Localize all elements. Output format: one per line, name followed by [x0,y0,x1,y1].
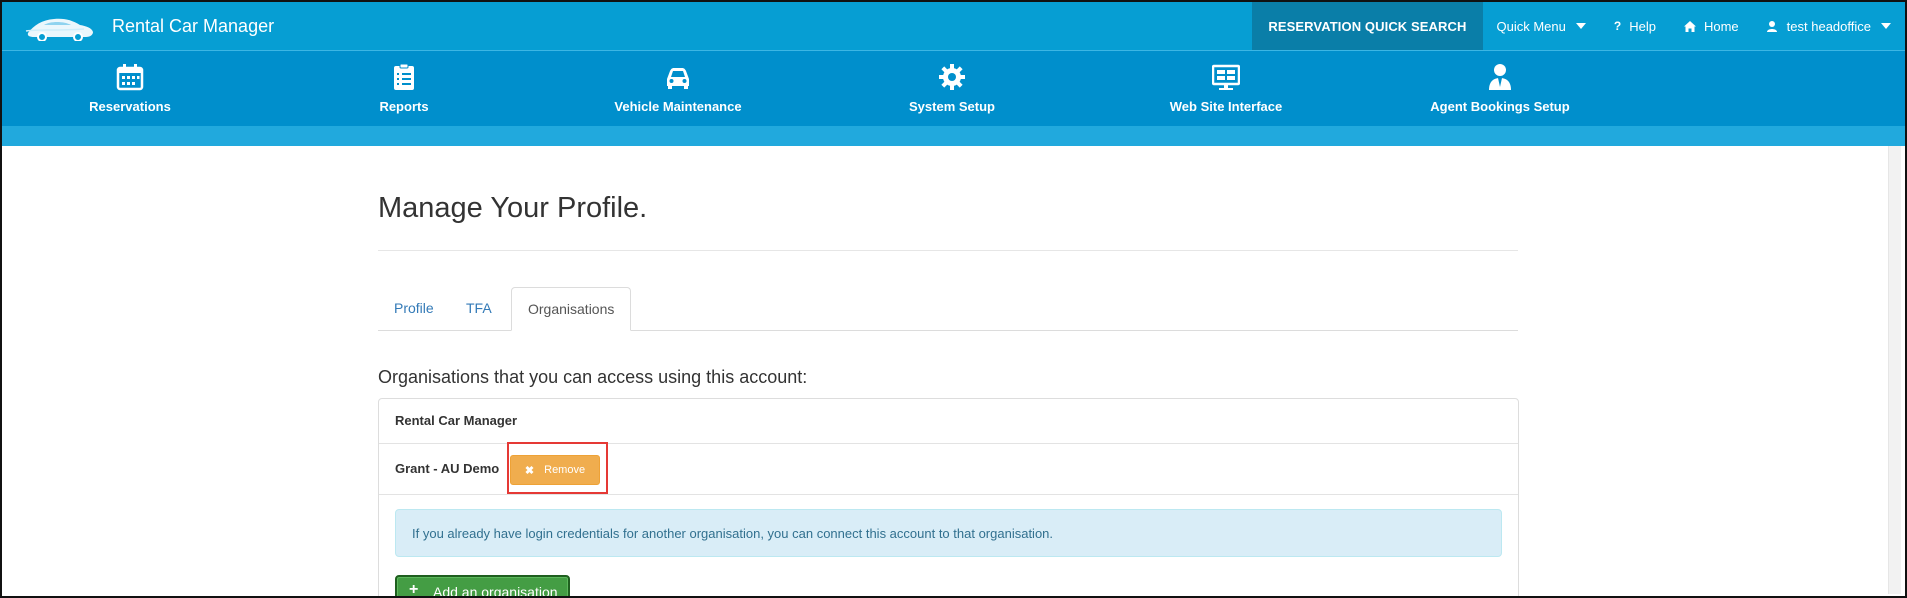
remove-label: Remove [544,464,586,476]
calendar-icon [116,64,144,91]
nav-agent-bookings-setup[interactable]: Agent Bookings Setup [1400,51,1600,126]
nav-label: Reservations [89,99,171,114]
chevron-down-icon [1881,23,1891,29]
profile-tabs: Profile TFA Organisations [378,287,1518,331]
quick-menu-dropdown[interactable]: Quick Menu [1483,2,1600,50]
tab-profile[interactable]: Profile [378,287,450,329]
car-icon [667,68,689,89]
clipboard-icon [394,63,414,90]
main-nav: Reservations Reports Vehicle Maintenance [2,50,1905,127]
monitor-icon [1212,64,1240,90]
home-icon [1683,20,1696,32]
nav-web-site-interface[interactable]: Web Site Interface [1126,51,1326,126]
gear-icon [939,64,965,90]
page-scrollbar[interactable] [1888,146,1901,594]
home-link[interactable]: Home [1670,2,1753,50]
organisations-heading: Organisations that you can access using … [378,367,808,387]
agent-icon [1489,64,1511,90]
nav-stripe [2,126,1905,146]
nav-system-setup[interactable]: System Setup [852,51,1052,126]
plus-icon: + [409,581,419,598]
nav-vehicle-maintenance[interactable]: Vehicle Maintenance [578,51,778,126]
close-icon: ✖ [524,464,535,477]
add-organisation-label: Add an organisation [433,584,558,598]
nav-label: System Setup [909,99,995,114]
tab-organisations[interactable]: Organisations [511,287,632,331]
app-name: Rental Car Manager [112,15,275,36]
help-label: Help [1629,18,1656,34]
info-text: If you already have login credentials fo… [412,526,1054,541]
quick-search-label: RESERVATION QUICK SEARCH [1268,18,1467,34]
nav-label: Vehicle Maintenance [614,99,742,114]
page-title: Manage Your Profile. [378,192,648,224]
nav-reservations[interactable]: Reservations [30,51,230,126]
organisation-name: Rental Car Manager [395,413,518,428]
nav-label: Reports [379,99,429,114]
remove-button[interactable]: ✖ Remove [510,455,600,485]
nav-reports[interactable]: Reports [304,51,504,126]
info-alert: If you already have login credentials fo… [395,509,1502,557]
divider [378,250,1518,251]
tab-tfa[interactable]: TFA [450,287,508,329]
top-nav: RESERVATION QUICK SEARCH Quick Menu ? He… [1252,2,1905,50]
add-organisation-button[interactable]: + Add an organisation [395,575,570,598]
list-item: Rental Car Manager [379,399,1518,444]
reservation-quick-search-button[interactable]: RESERVATION QUICK SEARCH [1252,2,1483,50]
home-label: Home [1703,18,1739,34]
nav-label: Agent Bookings Setup [1430,99,1570,114]
user-name: test headoffice [1786,18,1871,34]
nav-label: Web Site Interface [1169,99,1283,114]
app-window: Rental Car Manager RESERVATION QUICK SEA… [0,0,1907,598]
organisation-name: Grant - AU Demo [395,461,500,476]
brand[interactable]: Rental Car Manager [24,11,274,41]
help-link[interactable]: ? Help [1600,2,1670,50]
chevron-down-icon [1575,23,1586,29]
question-icon: ? [1613,19,1622,33]
user-menu-dropdown[interactable]: test headoffice [1753,2,1905,50]
car-logo-icon [25,18,94,41]
list-item: Grant - AU Demo ✖ Remove [379,442,1518,495]
organisations-list: Rental Car Manager Grant - AU Demo ✖ Rem… [378,398,1519,598]
user-icon [1766,20,1777,32]
quick-menu-label: Quick Menu [1496,18,1566,34]
top-bar: Rental Car Manager RESERVATION QUICK SEA… [2,2,1905,50]
